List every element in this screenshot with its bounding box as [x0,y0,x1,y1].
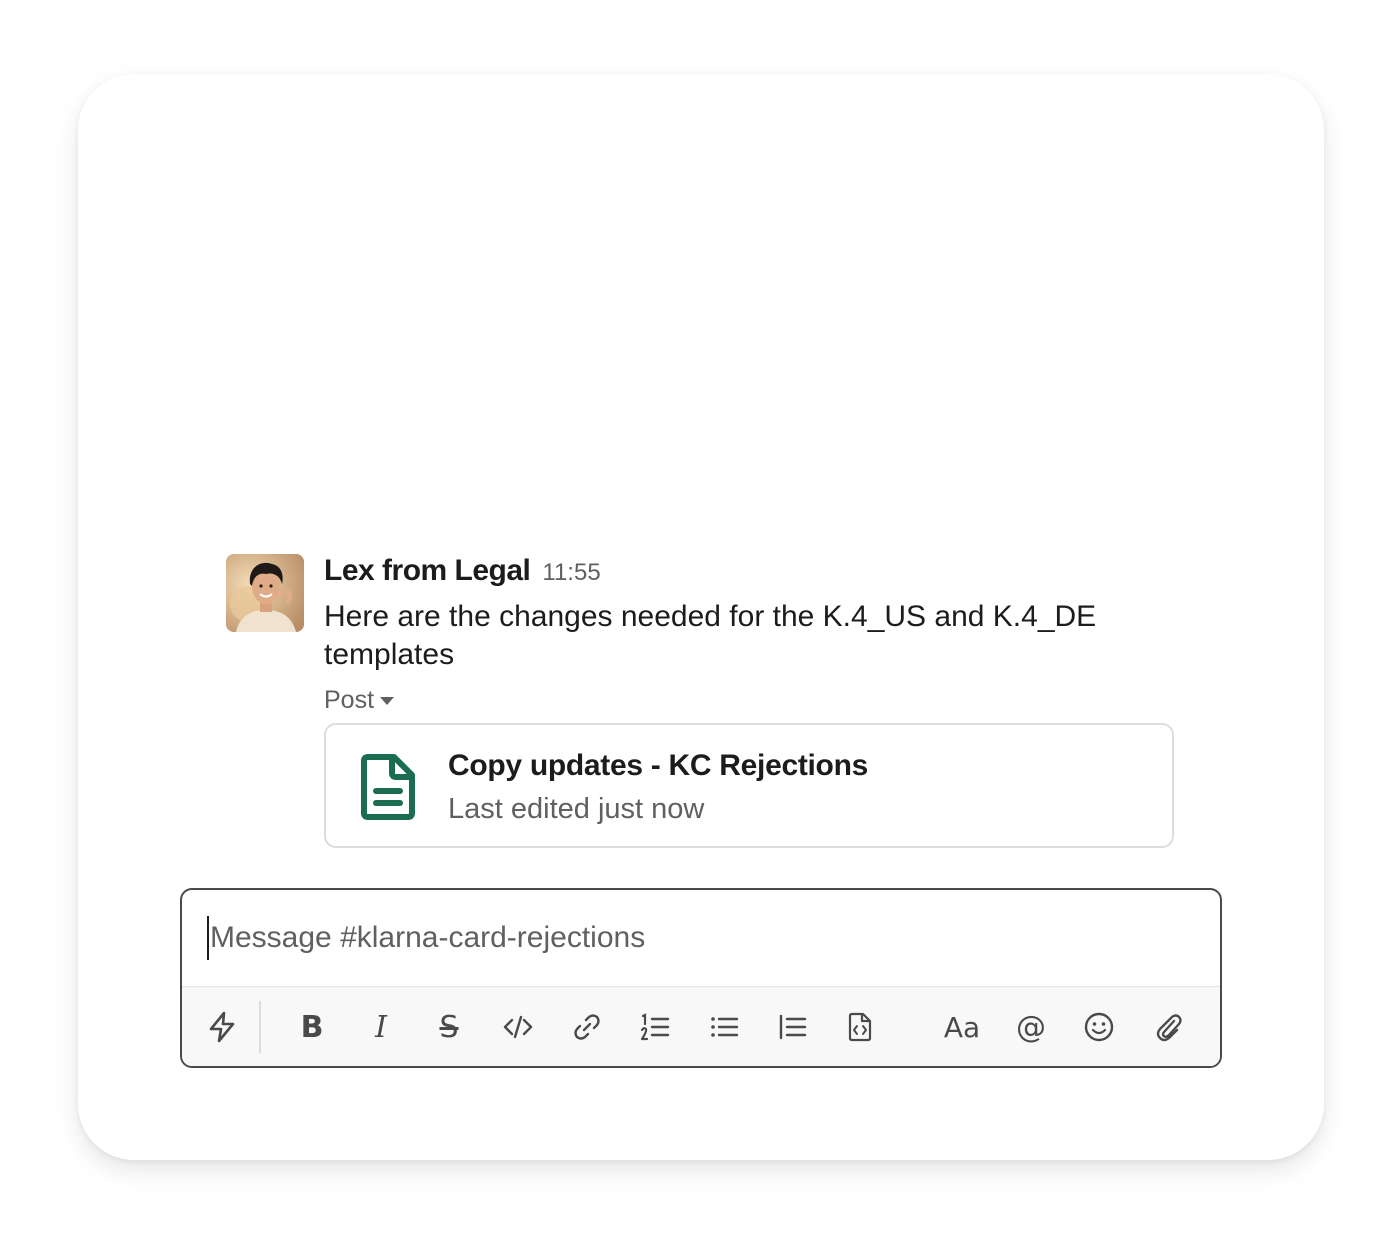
strikethrough-button[interactable]: S [425,1003,473,1051]
blockquote-icon [779,1014,807,1040]
caret-down-icon [380,697,395,705]
bold-icon: B [300,1009,324,1045]
author-name[interactable]: Lex from Legal [324,554,531,588]
format-text-button[interactable]: Aa [938,1003,986,1051]
message-composer: B I S [180,888,1222,1068]
text-cursor [207,916,209,960]
post-toggle[interactable]: Post [324,682,1184,718]
attachment-subtitle: Last edited just now [448,793,705,825]
document-icon [361,754,415,820]
emoji-icon [1084,1012,1114,1042]
attach-button[interactable] [1144,1003,1192,1051]
code-block-icon [848,1012,872,1042]
link-button[interactable] [563,1003,611,1051]
avatar-image [226,554,304,632]
paperclip-icon [1156,1014,1182,1042]
code-button[interactable] [494,1003,542,1051]
shortcuts-button[interactable] [198,1003,246,1051]
format-text-icon: Aa [943,1010,981,1044]
strikethrough-icon: S [439,1009,459,1045]
message-text: Here are the changes needed for the K.4_… [324,600,1097,671]
message-body: Lex from Legal 11:55 Here are the change… [324,554,1184,718]
post-label: Post [324,685,375,714]
ordered-list-icon [640,1013,670,1041]
bulleted-list-icon [711,1017,739,1037]
message-input[interactable] [210,918,1170,958]
bold-button[interactable]: B [288,1003,336,1051]
message-header: Lex from Legal 11:55 [324,554,1184,598]
code-block-button[interactable] [836,1003,884,1051]
code-icon [503,1015,533,1039]
toolbar-divider [259,1001,261,1053]
bulleted-list-button[interactable] [700,1003,748,1051]
composer-input-area[interactable] [182,890,1220,986]
emoji-button[interactable] [1075,1003,1123,1051]
mention-icon: @ [1016,1009,1046,1045]
italic-button[interactable]: I [357,1003,405,1051]
avatar[interactable] [226,554,304,632]
attachment-title[interactable]: Copy updates - KC Rejections [448,749,868,783]
blockquote-button[interactable] [768,1003,816,1051]
formatting-toolbar: B I S Aa @ [182,986,1220,1066]
lightning-icon [209,1011,235,1043]
post-attachment-card[interactable]: Copy updates - KC Rejections Last edited… [324,723,1174,848]
link-icon [574,1014,600,1040]
ordered-list-button[interactable] [631,1003,679,1051]
italic-icon: I [375,1009,387,1045]
mention-button[interactable]: @ [1007,1003,1055,1051]
message-timestamp[interactable]: 11:55 [542,559,600,587]
